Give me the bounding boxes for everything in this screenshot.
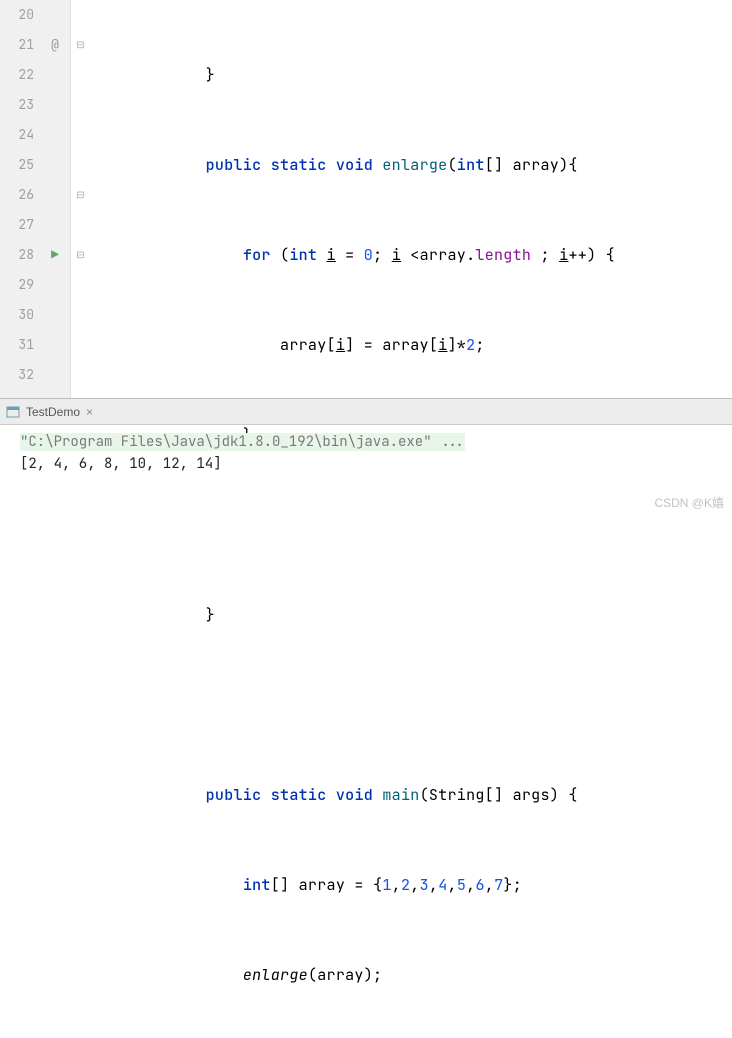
fold-toggle[interactable]: ⊟	[71, 30, 90, 60]
code-line[interactable]: for (int i = 0; i <array.length ; i++) {	[94, 240, 732, 270]
code-line[interactable]: public static void main(String[] args) {	[94, 780, 732, 810]
code-line[interactable]: public static void enlarge(int[] array){	[94, 150, 732, 180]
fold-gutter: ⊟ ⊟ ⊟	[70, 0, 90, 398]
close-icon[interactable]: ×	[86, 405, 93, 419]
code-line[interactable]: enlarge(array);	[94, 960, 732, 990]
gutter-markers: @ ▶	[40, 0, 70, 398]
code-line[interactable]: }	[94, 600, 732, 630]
console-command: "C:\Program Files\Java\jdk1.8.0_192\bin\…	[20, 433, 465, 451]
code-line[interactable]: int[] array = {1,2,3,4,5,6,7};	[94, 870, 732, 900]
run-config-icon	[6, 405, 20, 419]
code-line[interactable]: }	[94, 60, 732, 90]
fold-toggle[interactable]: ⊟	[71, 180, 90, 210]
run-tab-label[interactable]: TestDemo	[26, 405, 80, 419]
code-content[interactable]: } public static void enlarge(int[] array…	[90, 0, 732, 398]
run-icon[interactable]: ▶	[40, 240, 70, 270]
code-line[interactable]	[94, 690, 732, 720]
fold-toggle[interactable]: ⊟	[71, 240, 90, 270]
annotation-marker: @	[40, 30, 70, 60]
line-number-gutter: 20 21 22 23 24 25 26 27 28 29 30 31 32	[0, 0, 40, 398]
code-editor[interactable]: 20 21 22 23 24 25 26 27 28 29 30 31 32 @…	[0, 0, 732, 398]
code-line[interactable]	[94, 510, 732, 540]
code-line[interactable]: array[i] = array[i]*2;	[94, 330, 732, 360]
watermark: CSDN @K嬉	[654, 494, 724, 511]
